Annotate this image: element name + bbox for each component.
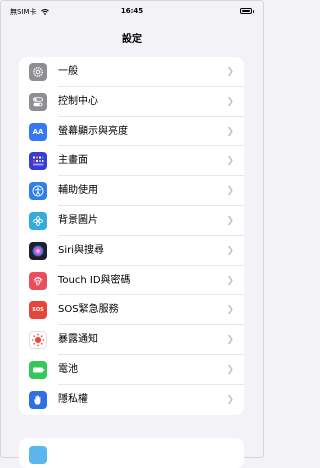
settings-item-wallpaper[interactable]: 背景圖片 ❯: [19, 206, 244, 236]
settings-item-general[interactable]: 一般 ❯: [19, 57, 244, 87]
page-title: 設定: [122, 34, 142, 45]
wallpaper-icon: [29, 211, 47, 230]
sos-icon: SOS: [29, 301, 47, 320]
text-size-icon: AA: [29, 122, 47, 141]
settings-item-home-screen[interactable]: 主畫面 ❯: [19, 146, 244, 177]
settings-item-siri-search[interactable]: Siri與搜尋 ❯: [19, 236, 244, 266]
settings-item-accessibility[interactable]: 輔助使用 ❯: [19, 176, 244, 206]
settings-item-display-brightness[interactable]: AA 螢幕顯示與亮度 ❯: [19, 117, 244, 147]
chevron-right-icon: ❯: [226, 275, 234, 286]
settings-item-label: 輔助使用: [58, 185, 98, 197]
chevron-right-icon: ❯: [226, 215, 234, 226]
settings-item-label: 背景圖片: [58, 214, 98, 226]
settings-item-label: 隱私權: [58, 393, 88, 405]
settings-item-label: 主畫面: [58, 155, 88, 167]
switches-icon: [29, 92, 47, 111]
app-store-icon[interactable]: [29, 446, 47, 464]
status-time: 16:45: [120, 7, 144, 15]
settings-item-label: 電池: [58, 363, 78, 375]
chevron-right-icon: ❯: [226, 364, 234, 375]
settings-item-control-center[interactable]: 控制中心 ❯: [19, 87, 244, 117]
chevron-right-icon: ❯: [226, 96, 234, 107]
settings-item-emergency-sos[interactable]: SOS SOS緊急服務 ❯: [19, 295, 244, 326]
gear-icon: [29, 63, 47, 81]
settings-item-label: 一般: [58, 66, 78, 77]
accessibility-icon: [29, 182, 47, 201]
battery-status-icon: [240, 8, 254, 14]
settings-item-label: Siri與搜尋: [58, 244, 105, 256]
fingerprint-icon: [29, 271, 47, 290]
chevron-right-icon: ❯: [226, 67, 234, 77]
settings-item-label: Touch ID與密碼: [58, 274, 131, 286]
home-grid-icon: [29, 152, 47, 171]
chevron-right-icon: ❯: [226, 186, 234, 197]
hand-icon: [29, 390, 47, 409]
settings-item-exposure-notifications[interactable]: 暴露通知 ❯: [19, 325, 244, 355]
exposure-icon: [29, 331, 47, 350]
settings-item-touch-id[interactable]: Touch ID與密碼 ❯: [19, 266, 244, 296]
settings-item-label: SOS緊急服務: [58, 304, 119, 316]
settings-item-label: 暴露通知: [58, 334, 98, 346]
status-bar: 無SIM卡 16:45: [0, 0, 264, 22]
siri-icon: [29, 241, 47, 260]
chevron-right-icon: ❯: [226, 305, 234, 316]
settings-item-label: 螢幕顯示與亮度: [58, 125, 128, 137]
battery-icon: [29, 360, 47, 379]
chevron-right-icon: ❯: [226, 126, 234, 137]
chevron-right-icon: ❯: [226, 335, 234, 346]
chevron-right-icon: ❯: [226, 245, 234, 256]
settings-list-next-section: [19, 438, 244, 468]
settings-item-battery[interactable]: 電池 ❯: [19, 355, 244, 385]
chevron-right-icon: ❯: [226, 394, 234, 405]
settings-item-label: 控制中心: [58, 95, 98, 107]
chevron-right-icon: ❯: [226, 156, 234, 167]
settings-list: 一般 ❯ 控制中心 ❯ AA 螢幕顯示與亮度 ❯ 主畫面 ❯ 輔助使用 ❯ 背景…: [19, 57, 244, 415]
settings-item-privacy[interactable]: 隱私權 ❯: [19, 385, 244, 415]
